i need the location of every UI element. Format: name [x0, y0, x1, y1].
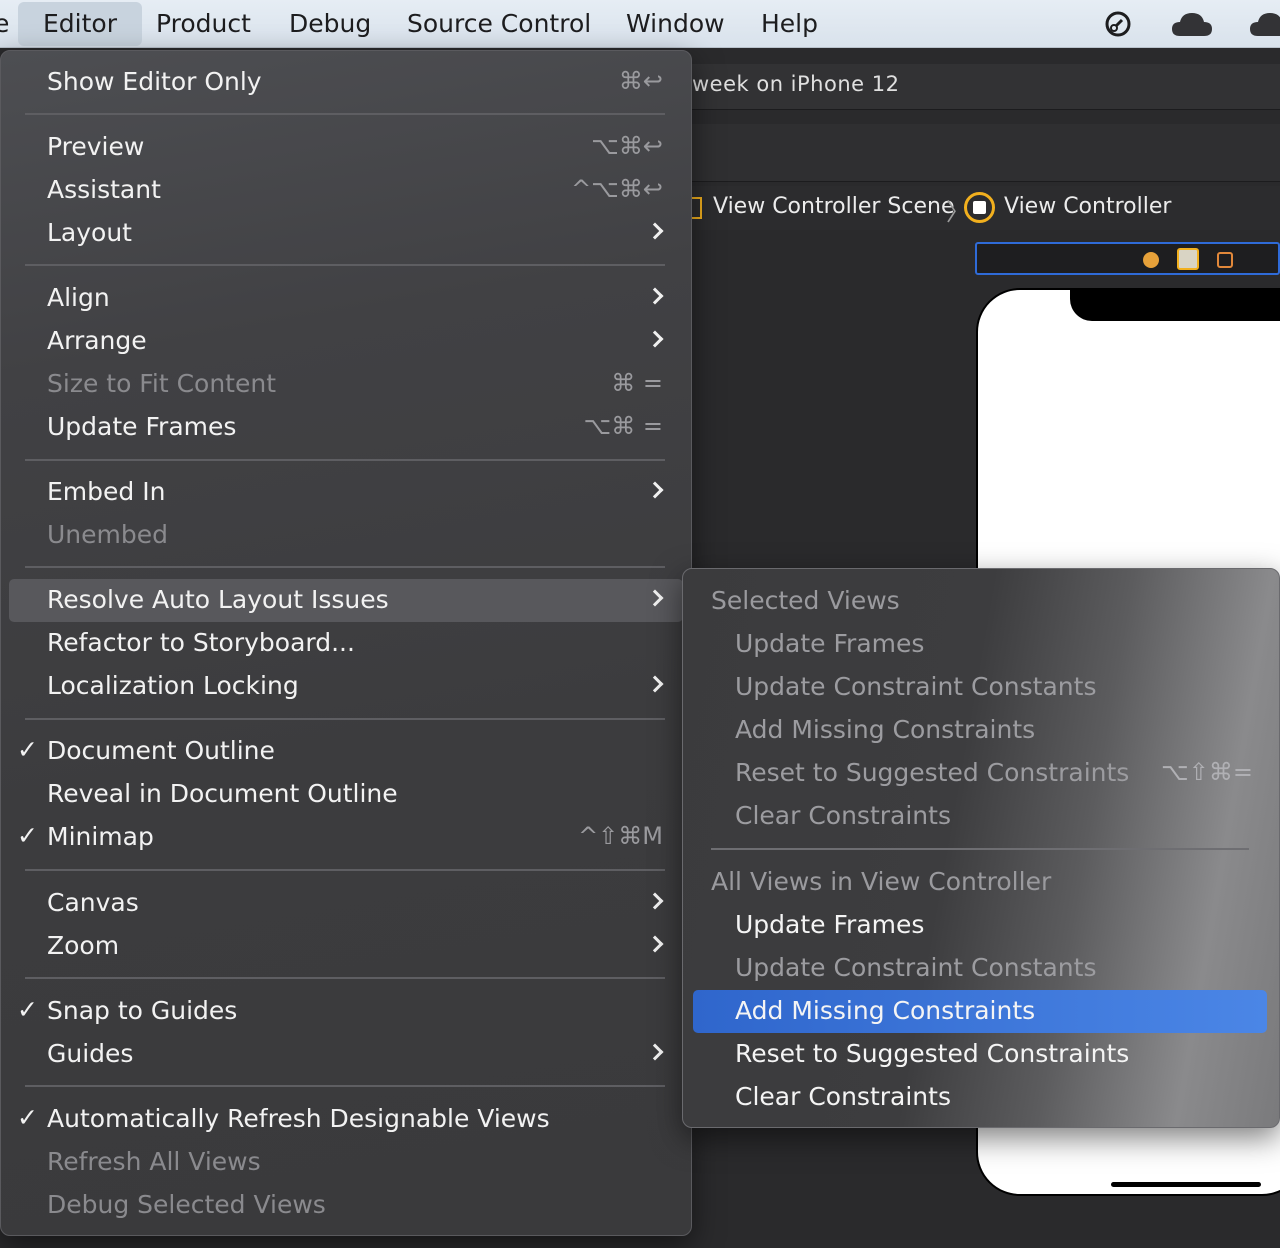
shortcut-label: ⌥⇧⌘= — [1161, 758, 1253, 786]
menu-item-assistant[interactable]: Assistant ^⌥⌘↩ — [9, 169, 683, 212]
chevron-right-icon — [646, 330, 664, 348]
checkmark-icon: ✓ — [17, 995, 38, 1024]
section-header-selected-views: Selected Views — [711, 586, 900, 615]
checkmark-icon: ✓ — [17, 735, 38, 764]
editor-menu: Show Editor Only ⌘↩ Preview ⌥⌘↩ Assistan… — [0, 50, 692, 1236]
menu-item-layout[interactable]: Layout — [9, 212, 683, 255]
shortcut-label: ⌥⌘ = — [583, 412, 663, 440]
submenu-item-all-clear-constraints[interactable]: Clear Constraints — [693, 1076, 1267, 1119]
submenu-item-all-reset-to-suggested-constraints[interactable]: Reset to Suggested Constraints — [693, 1033, 1267, 1076]
menu-item-align[interactable]: Align — [9, 277, 683, 320]
scheme-status-text: week on iPhone 12 — [692, 72, 900, 96]
menu-separator — [25, 718, 665, 720]
menu-item-localization-locking[interactable]: Localization Locking — [9, 665, 683, 708]
menu-separator — [25, 869, 665, 871]
chevron-right-icon — [646, 935, 664, 953]
menu-item-unembed: Unembed — [47, 520, 168, 549]
menubar-item-product[interactable]: Product — [156, 0, 251, 48]
menu-item-refresh-all-views: Refresh All Views — [47, 1147, 261, 1176]
shortcut-label: ^⌥⌘↩ — [571, 175, 663, 203]
menubar-item-debug[interactable]: Debug — [289, 0, 371, 48]
menu-item-show-editor-only[interactable]: Show Editor Only ⌘↩ — [9, 61, 683, 104]
exit-icon[interactable] — [1217, 252, 1233, 268]
jumpbar-scene[interactable]: View Controller Scene — [713, 194, 954, 219]
menubar-item-help[interactable]: Help — [761, 0, 818, 48]
first-responder-icon[interactable] — [1143, 252, 1159, 268]
chevron-right-icon — [646, 222, 664, 240]
submenu-item-selected-update-constraint-constants: Update Constraint Constants — [735, 672, 1097, 701]
menu-item-reveal-in-document-outline[interactable]: Reveal in Document Outline — [9, 773, 683, 816]
link-icon[interactable] — [1100, 6, 1136, 42]
menu-item-preview[interactable]: Preview ⌥⌘↩ — [9, 126, 683, 169]
menu-separator — [711, 848, 1249, 850]
menu-item-embed-in[interactable]: Embed In — [9, 471, 683, 514]
iphone-home-indicator — [1111, 1182, 1261, 1187]
menu-item-arrange[interactable]: Arrange — [9, 320, 683, 363]
submenu-item-selected-clear-constraints: Clear Constraints — [735, 801, 951, 830]
shortcut-label: ^⇧⌘M — [578, 822, 663, 850]
submenu-item-selected-update-frames: Update Frames — [735, 629, 925, 658]
menu-separator — [25, 566, 665, 568]
menu-item-zoom[interactable]: Zoom — [9, 925, 683, 968]
scene-dock — [975, 242, 1280, 275]
chevron-right-icon — [646, 287, 664, 305]
chevron-right-icon — [646, 892, 664, 910]
view-controller-icon — [964, 192, 995, 223]
checkmark-icon: ✓ — [17, 821, 38, 850]
shortcut-label: ⌥⌘↩ — [591, 132, 663, 160]
menu-item-minimap[interactable]: ✓ Minimap ^⇧⌘M — [9, 816, 683, 859]
menu-separator — [25, 113, 665, 115]
chevron-right-icon — [646, 675, 664, 693]
chevron-right-icon — [646, 589, 664, 607]
menu-separator — [25, 1085, 665, 1087]
menu-item-auto-refresh-designable-views[interactable]: ✓ Automatically Refresh Designable Views — [9, 1098, 683, 1141]
menubar-item-window[interactable]: Window — [626, 0, 725, 48]
chevron-right-icon — [646, 481, 664, 499]
submenu-item-all-update-frames[interactable]: Update Frames — [693, 904, 1267, 947]
view-controller-dock-icon[interactable] — [1177, 248, 1199, 270]
submenu-item-selected-reset-to-suggested-constraints: Reset to Suggested Constraints ⌥⇧⌘= — [735, 758, 1253, 787]
submenu-item-all-add-missing-constraints[interactable]: Add Missing Constraints — [693, 990, 1267, 1033]
menu-separator — [25, 459, 665, 461]
submenu-item-selected-add-missing-constraints: Add Missing Constraints — [735, 715, 1036, 744]
menu-bar: e Editor Product Debug Source Control Wi… — [0, 0, 1280, 48]
menu-item-update-frames[interactable]: Update Frames ⌥⌘ = — [9, 406, 683, 449]
cloud-icon-secondary[interactable] — [1248, 10, 1280, 38]
editor-tab-bar — [692, 124, 1280, 182]
menu-item-guides[interactable]: Guides — [9, 1033, 683, 1076]
menubar-item-xcode-partial[interactable]: e — [0, 0, 9, 48]
submenu-item-all-update-constraint-constants: Update Constraint Constants — [735, 953, 1097, 982]
menubar-item-editor[interactable]: Editor — [18, 2, 142, 46]
chevron-right-icon — [646, 1043, 664, 1061]
shortcut-label: ⌘↩ — [618, 67, 663, 95]
menu-item-resolve-auto-layout-issues[interactable]: Resolve Auto Layout Issues — [9, 579, 683, 622]
section-header-all-views: All Views in View Controller — [711, 867, 1052, 896]
menu-item-document-outline[interactable]: ✓ Document Outline — [9, 730, 683, 773]
resolve-auto-layout-submenu: Selected Views Update Frames Update Cons… — [682, 568, 1280, 1128]
cloud-icon[interactable] — [1170, 10, 1214, 38]
checkmark-icon: ✓ — [17, 1103, 38, 1132]
menu-item-refactor-to-storyboard[interactable]: Refactor to Storyboard... — [9, 622, 683, 665]
menu-item-debug-selected-views: Debug Selected Views — [47, 1190, 326, 1219]
menu-separator — [25, 264, 665, 266]
iphone-notch — [1070, 288, 1280, 321]
menu-separator — [25, 977, 665, 979]
menu-item-snap-to-guides[interactable]: ✓ Snap to Guides — [9, 990, 683, 1033]
menu-item-size-to-fit-content: Size to Fit Content ⌘ = — [47, 369, 663, 398]
shortcut-label: ⌘ = — [611, 369, 663, 397]
menu-item-canvas[interactable]: Canvas — [9, 882, 683, 925]
jumpbar-controller[interactable]: View Controller — [1004, 194, 1171, 219]
menubar-item-source-control[interactable]: Source Control — [407, 0, 591, 48]
